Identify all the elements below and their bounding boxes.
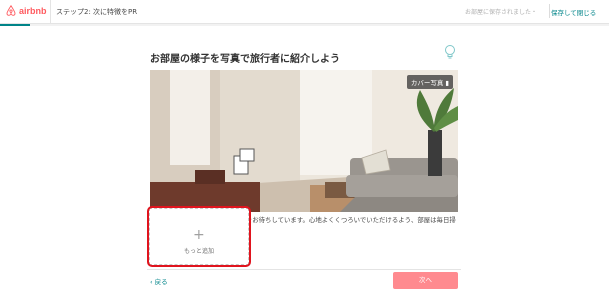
saved-status: お部屋に保存されました・ bbox=[465, 9, 538, 16]
back-link[interactable]: ‹ 戻る bbox=[150, 276, 168, 286]
cover-photo[interactable]: カバー写真 ▮ bbox=[150, 70, 458, 212]
plus-icon: + bbox=[193, 227, 205, 243]
logo-text: airbnb bbox=[19, 5, 47, 16]
bookmark-icon: ▮ bbox=[445, 79, 449, 87]
progress-bar bbox=[0, 24, 609, 26]
add-more-label: もっと追加 bbox=[183, 248, 214, 255]
top-bar: airbnb ステップ2: 次に特徴をPR お部屋に保存されました・ 保存して閉… bbox=[0, 0, 609, 24]
footer-divider bbox=[147, 269, 461, 270]
living-room-photo bbox=[150, 70, 458, 212]
step-title: ステップ2: 次に特徴をPR bbox=[56, 8, 138, 16]
header-divider-right bbox=[549, 4, 550, 18]
page-title: お部屋の様子を写真で旅行者に紹介しよう bbox=[150, 54, 340, 65]
cover-photo-badge: カバー写真 ▮ bbox=[406, 75, 453, 89]
cover-badge-label: カバー写真 bbox=[410, 79, 444, 87]
airbnb-logo[interactable]: airbnb bbox=[6, 5, 47, 16]
save-and-exit-link[interactable]: 保存して閉じる bbox=[551, 7, 596, 17]
header-divider bbox=[50, 0, 51, 24]
progress-bar-fill bbox=[0, 24, 31, 26]
lightbulb-icon[interactable] bbox=[443, 44, 457, 60]
next-button[interactable]: 次へ bbox=[393, 272, 458, 289]
airbnb-logo-icon bbox=[6, 5, 16, 16]
